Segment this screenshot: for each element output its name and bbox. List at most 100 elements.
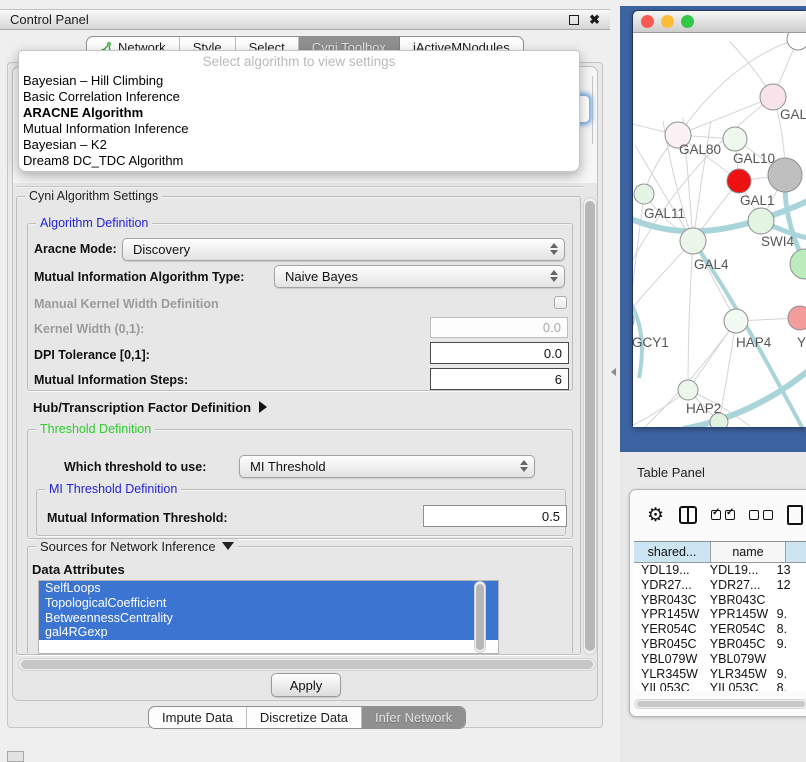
attribute-item[interactable]: BetweennessCentrality xyxy=(39,611,498,626)
algorithm-option[interactable]: Basic Correlation Inference xyxy=(19,89,579,105)
node-label: GAL4 xyxy=(694,257,729,272)
close-panel-icon[interactable]: ✖ xyxy=(589,15,600,25)
network-view-window: GALGAL80GAL10GAL1GAL11SWI4GAL4GCY1HAP4YH… xyxy=(633,11,806,427)
node-unlabeled[interactable] xyxy=(768,158,802,192)
table-cell: 8. xyxy=(772,681,806,691)
table-cell: YPR145W xyxy=(634,607,704,622)
network-edge xyxy=(693,121,711,241)
node-label: SWI4 xyxy=(761,234,794,249)
algorithm-option[interactable]: Bayesian – Hill Climbing xyxy=(19,73,579,89)
table-cell: YDL19... xyxy=(704,563,772,578)
manual-kernel-width-checkbox[interactable] xyxy=(554,296,567,309)
algorithm-option[interactable]: Bayesian – K2 xyxy=(19,137,579,153)
table-row[interactable]: YLR345WYLR345W9. xyxy=(634,667,806,682)
tab-discretize-data[interactable]: Discretize Data xyxy=(247,707,362,728)
deselect-all-icon[interactable] xyxy=(749,510,773,520)
settings-gear-icon[interactable]: ⚙ xyxy=(647,506,664,525)
table-horizontal-scrollbar[interactable] xyxy=(634,699,806,709)
algorithm-option[interactable]: Mutual Information Inference xyxy=(19,121,579,137)
manual-kernel-width-label: Manual Kernel Width Definition xyxy=(34,297,219,311)
table-row[interactable]: YBR043CYBR043C xyxy=(634,593,806,608)
data-attributes-list[interactable]: SelfLoops TopologicalCoefficient Between… xyxy=(38,580,499,654)
algorithm-option[interactable]: ARACNE Algorithm xyxy=(19,105,579,121)
table-cell: YBL079W xyxy=(704,652,772,667)
node-GAL10[interactable] xyxy=(723,127,747,151)
attributes-scrollbar[interactable] xyxy=(474,581,486,653)
threshold-definition-title: Threshold Definition xyxy=(36,422,155,436)
corner-grip[interactable] xyxy=(7,751,24,762)
minimize-window-icon[interactable] xyxy=(661,15,674,28)
node-table-container: ⚙ shared... name YDL19...YDL19...13YDR27… xyxy=(629,489,806,717)
table-row[interactable]: YIL053CYIL053C8. xyxy=(634,681,806,691)
table-row[interactable]: YBR045CYBR045C9. xyxy=(634,637,806,652)
node-unlabeled[interactable] xyxy=(787,33,806,50)
sources-title[interactable]: Sources for Network Inference xyxy=(36,539,238,554)
node-GAL11[interactable] xyxy=(634,184,654,204)
node-GAL1[interactable] xyxy=(727,169,751,193)
algorithm-dropdown-popup: Select algorithm to view settings Bayesi… xyxy=(18,50,580,172)
node-GAL4[interactable] xyxy=(680,228,706,254)
settings-vertical-scrollbar[interactable] xyxy=(583,197,597,655)
dpi-tolerance-label: DPI Tolerance [0,1]: xyxy=(34,348,150,362)
table-cell: YDR27... xyxy=(634,578,704,593)
mi-algorithm-type-label: Mutual Information Algorithm Type: xyxy=(34,270,244,284)
table-cell: YPR145W xyxy=(704,607,772,622)
table-row[interactable]: YER054CYER054C8. xyxy=(634,622,806,637)
table-row[interactable]: YPR145WYPR145W9. xyxy=(634,607,806,622)
column-header-shared-name[interactable]: shared... xyxy=(634,542,711,562)
mi-algorithm-type-combo[interactable]: Naive Bayes xyxy=(274,265,565,288)
zoom-window-icon[interactable] xyxy=(681,15,694,28)
table-row[interactable]: YBL079WYBL079W xyxy=(634,652,806,667)
aracne-mode-combo[interactable]: Discovery xyxy=(122,238,565,261)
which-threshold-label: Which threshold to use: xyxy=(64,460,206,474)
algorithm-option[interactable]: Dream8 DC_TDC Algorithm xyxy=(19,153,579,169)
network-edge xyxy=(688,241,693,390)
table-cell: YLR345W xyxy=(704,667,772,682)
column-header-partial[interactable] xyxy=(786,542,806,562)
network-window-titlebar[interactable] xyxy=(633,11,806,33)
mi-threshold-field[interactable] xyxy=(423,505,567,527)
tab-impute-data[interactable]: Impute Data xyxy=(149,707,247,728)
close-window-icon[interactable] xyxy=(641,15,654,28)
hub-definition-toggle[interactable]: Hub/Transcription Factor Definition xyxy=(33,400,267,415)
node-SWI4[interactable] xyxy=(748,208,774,234)
table-cell: 9. xyxy=(772,637,806,652)
network-canvas[interactable]: GALGAL80GAL10GAL1GAL11SWI4GAL4GCY1HAP4YH… xyxy=(633,33,806,427)
which-threshold-combo[interactable]: MI Threshold xyxy=(239,455,535,478)
node-unlabeled[interactable] xyxy=(710,413,728,427)
attribute-item[interactable]: SelfLoops xyxy=(39,581,498,596)
cyni-bottom-tabstrip: Impute Data Discretize Data Infer Networ… xyxy=(148,706,466,729)
split-panel-icon[interactable] xyxy=(679,506,697,524)
node-label: GAL80 xyxy=(679,142,721,157)
dpi-tolerance-field[interactable] xyxy=(430,342,569,364)
table-row[interactable]: YDL19...YDL19...13 xyxy=(634,563,806,578)
function-builder-icon[interactable] xyxy=(787,505,803,525)
tab-infer-network[interactable]: Infer Network xyxy=(362,707,465,728)
table-cell: YDL19... xyxy=(634,563,704,578)
table-row[interactable]: YDR27...YDR27...12 xyxy=(634,578,806,593)
node-HAP4[interactable] xyxy=(724,309,748,333)
attribute-item[interactable]: TopologicalCoefficient xyxy=(39,596,498,611)
node-Y[interactable] xyxy=(788,306,806,330)
column-header-name[interactable]: name xyxy=(711,542,786,562)
attribute-item[interactable]: gal4RGexp xyxy=(39,625,498,640)
table-cell: 9. xyxy=(772,667,806,682)
node-label: GAL xyxy=(780,107,806,122)
mi-threshold-definition-title: MI Threshold Definition xyxy=(45,482,181,496)
float-panel-icon[interactable] xyxy=(569,15,579,25)
combo-arrows-icon xyxy=(550,243,558,255)
table-panel: Table Panel ⚙ shared... name YDL19...YDL… xyxy=(620,452,806,762)
mi-steps-field[interactable] xyxy=(430,368,569,390)
algorithm-dropdown-placeholder: Select algorithm to view settings xyxy=(19,51,579,73)
table-cell: YER054C xyxy=(704,622,772,637)
control-panel-title: Control Panel xyxy=(10,12,89,27)
select-all-icon[interactable] xyxy=(711,510,735,520)
kernel-width-field[interactable] xyxy=(430,317,568,338)
panel-collapse-arrow[interactable] xyxy=(611,368,616,376)
node-unlabeled[interactable] xyxy=(790,249,806,279)
settings-horizontal-scrollbar[interactable] xyxy=(18,658,596,671)
collapsed-arrow-icon xyxy=(259,401,267,413)
algorithm-definition-title: Algorithm Definition xyxy=(36,216,152,230)
node-HAP2[interactable] xyxy=(678,380,698,400)
apply-button[interactable]: Apply xyxy=(271,673,341,697)
